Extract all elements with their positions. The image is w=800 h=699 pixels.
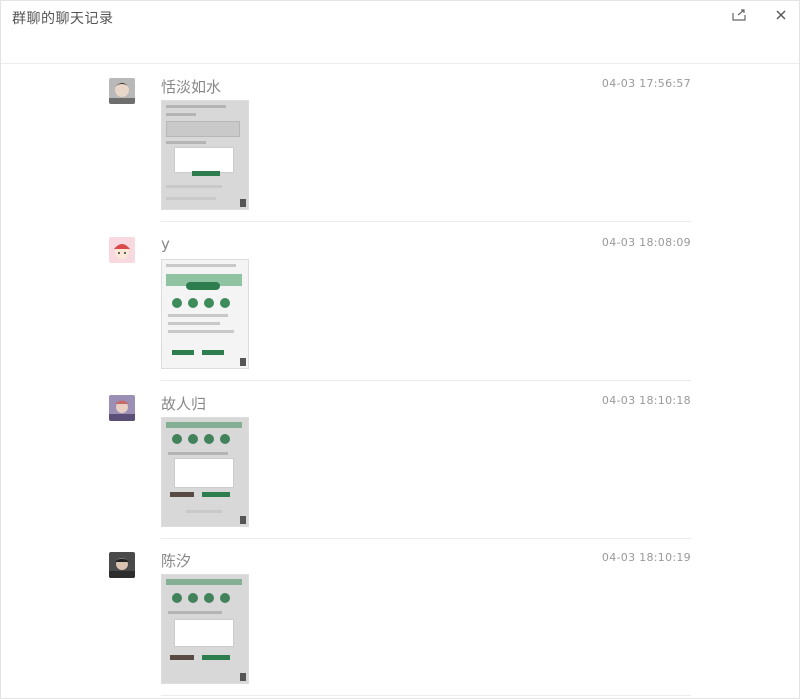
message-time: 04-03 18:10:19 bbox=[601, 551, 691, 564]
share-icon[interactable] bbox=[730, 6, 748, 24]
title-bar: 群聊的聊天记录 bbox=[1, 1, 799, 64]
message-time: 04-03 18:08:09 bbox=[601, 236, 691, 249]
chat-history-window: 群聊的聊天记录 恬淡如水 04-03 17:56:57 y 04-03 18:0… bbox=[0, 0, 800, 699]
image-thumbnail[interactable] bbox=[161, 417, 249, 527]
sender-name: 恬淡如水 bbox=[161, 78, 222, 96]
image-thumbnail[interactable] bbox=[161, 100, 249, 210]
avatar[interactable] bbox=[109, 395, 135, 421]
message-time: 04-03 17:56:57 bbox=[601, 77, 691, 90]
window-title: 群聊的聊天记录 bbox=[12, 11, 114, 27]
sender-name: 故人归 bbox=[161, 395, 207, 413]
close-icon[interactable] bbox=[772, 6, 790, 24]
message-time: 04-03 18:10:18 bbox=[601, 394, 691, 407]
avatar[interactable] bbox=[109, 237, 135, 263]
image-thumbnail[interactable] bbox=[161, 574, 249, 684]
sender-name: y bbox=[161, 235, 170, 253]
sender-name: 陈汐 bbox=[161, 552, 192, 570]
image-thumbnail[interactable] bbox=[161, 259, 249, 369]
avatar[interactable] bbox=[109, 552, 135, 578]
avatar[interactable] bbox=[109, 78, 135, 104]
